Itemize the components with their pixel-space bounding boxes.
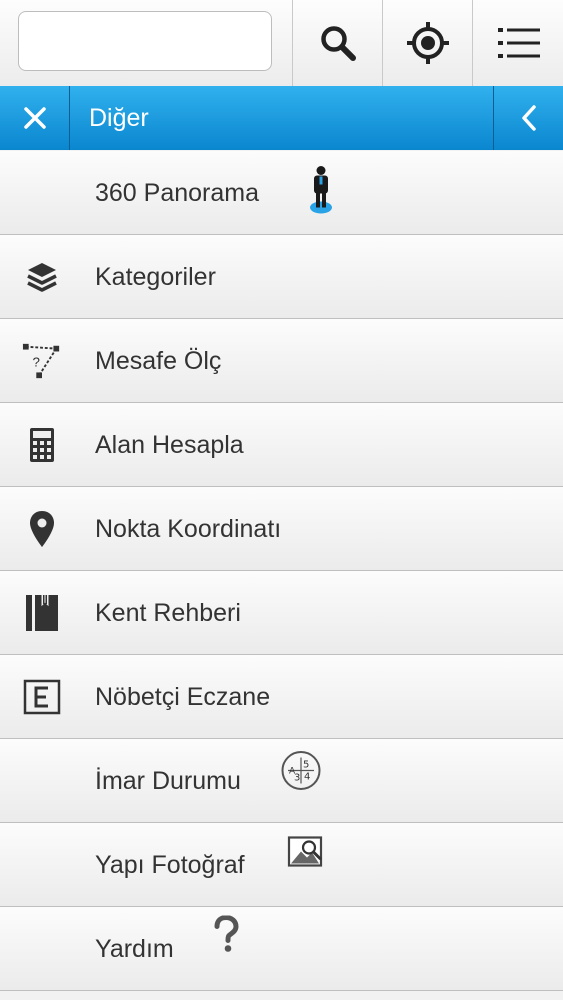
menu-item-imar-durumu[interactable]: İmar Durumu 5 A 4 3 <box>0 739 563 823</box>
menu-item-label: Kent Rehberi <box>95 599 241 627</box>
menu-item-label: Yardım <box>95 935 174 963</box>
photo-search-icon <box>287 835 325 874</box>
menu-item-label: Yapı Fotoğraf <box>95 851 245 879</box>
back-button[interactable] <box>493 86 563 150</box>
svg-text:5: 5 <box>303 759 309 770</box>
menu-item-nobetci-eczane[interactable]: Nöbetçi Eczane <box>0 655 563 739</box>
list-menu-button[interactable] <box>472 0 563 86</box>
menu-item-yardim[interactable]: Yardım <box>0 907 563 991</box>
menu-item-label: Nöbetçi Eczane <box>95 683 271 711</box>
svg-text:?: ? <box>32 354 39 369</box>
svg-text:3: 3 <box>294 772 300 783</box>
menu-item-yapi-fotograf[interactable]: Yapı Fotoğraf <box>0 823 563 907</box>
magnifier-icon <box>321 26 356 61</box>
search-input[interactable] <box>18 11 272 71</box>
close-button[interactable] <box>0 86 70 150</box>
map-pin-icon <box>22 509 62 549</box>
menu-item-label: Nokta Koordinatı <box>95 515 282 543</box>
panel-header: Diğer <box>0 86 563 150</box>
menu-item-360-panorama[interactable]: 360 Panorama <box>0 151 563 235</box>
guide-book-icon <box>22 593 62 633</box>
close-icon <box>23 107 46 129</box>
menu-item-kategoriler[interactable]: Kategoriler <box>0 235 563 319</box>
zoning-plan-icon: 5 A 4 3 <box>280 749 322 796</box>
search-button[interactable] <box>292 0 383 86</box>
locate-button[interactable] <box>382 0 473 86</box>
menu-item-label: Kategoriler <box>95 263 216 291</box>
list-icon <box>497 28 540 58</box>
menu-item-label: İmar Durumu <box>95 767 241 795</box>
measure-distance-icon: ? <box>22 341 62 381</box>
menu-item-nokta-koordinati[interactable]: Nokta Koordinatı <box>0 487 563 571</box>
pharmacy-e-icon <box>22 677 62 717</box>
panel-title: Diğer <box>89 104 149 132</box>
crosshair-icon <box>407 22 449 64</box>
menu-item-label: 360 Panorama <box>95 179 260 207</box>
question-icon <box>212 914 240 958</box>
menu-item-alan-hesapla[interactable]: Alan Hesapla <box>0 403 563 487</box>
menu-item-kent-rehberi[interactable]: Kent Rehberi <box>0 571 563 655</box>
menu-item-label: Alan Hesapla <box>95 431 244 459</box>
svg-text:4: 4 <box>304 771 310 782</box>
menu-list: 360 Panorama Kategoriler ? Mesafe Ölç Al… <box>0 151 563 991</box>
chevron-left-icon <box>521 105 536 131</box>
menu-item-label: Mesafe Ölç <box>95 347 222 375</box>
menu-item-mesafe-olc[interactable]: ? Mesafe Ölç <box>0 319 563 403</box>
top-toolbar <box>0 0 563 87</box>
street-view-person-icon <box>304 164 338 221</box>
layers-icon <box>22 257 62 297</box>
calculator-icon <box>22 425 62 465</box>
